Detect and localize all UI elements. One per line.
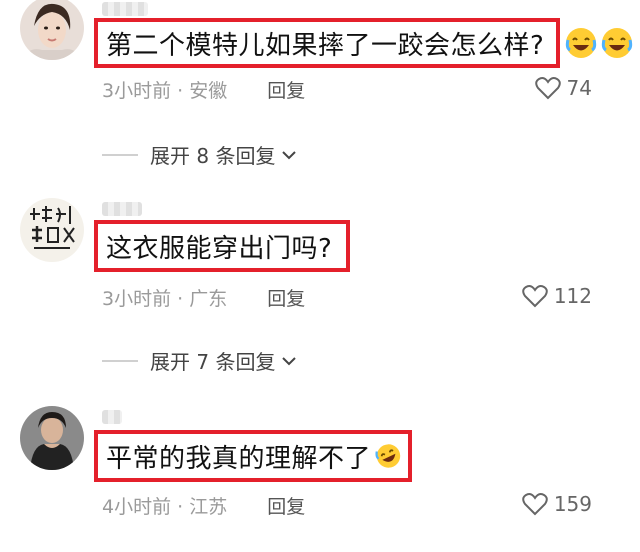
- like-count: 159: [553, 492, 592, 516]
- expand-replies-label: 展开 8 条回复: [150, 144, 276, 168]
- comment-text: 第二个模特儿如果摔了一跤会怎么样?: [106, 30, 545, 61]
- heart-icon: [522, 285, 548, 308]
- comment-text: 平常的我真的理解不了: [106, 443, 372, 474]
- comment-meta: 3小时前 · 广东 回复: [102, 284, 305, 311]
- woman-avatar-icon: [20, 406, 84, 470]
- time-location: 4小时前 · 江苏: [102, 496, 228, 518]
- like-button[interactable]: 74: [534, 76, 592, 100]
- laughing-crying-emoji-icon: [601, 28, 633, 58]
- comment-meta: 3小时前 · 安徽 回复: [102, 76, 305, 103]
- woman-avatar-icon: [20, 0, 84, 60]
- comment-text: 这衣服能穿出门吗?: [106, 233, 333, 264]
- user-avatar[interactable]: [20, 0, 84, 60]
- username-blurred[interactable]: [102, 410, 122, 424]
- username-blurred[interactable]: [102, 2, 148, 16]
- reply-button[interactable]: 回复: [267, 288, 305, 310]
- expand-replies-button[interactable]: 展开 8 条回复: [102, 140, 297, 169]
- expand-replies-button[interactable]: 展开 7 条回复: [102, 346, 297, 375]
- user-avatar[interactable]: [20, 406, 84, 470]
- comment-text-highlighted: 第二个模特儿如果摔了一跤会怎么样?: [94, 18, 560, 68]
- comment-list: 第二个模特儿如果摔了一跤会怎么样? 3小时前 · 安徽 回复 74 展开 8 条…: [0, 0, 640, 552]
- heart-icon: [534, 77, 561, 100]
- comment-item: 第二个模特儿如果摔了一跤会怎么样? 3小时前 · 安徽 回复 74: [0, 0, 640, 110]
- calligraphy-avatar-icon: [20, 198, 84, 262]
- like-count: 74: [566, 76, 592, 100]
- reply-button[interactable]: 回复: [267, 80, 305, 102]
- comment-item: 这衣服能穿出门吗? 3小时前 · 广东 回复 112: [0, 196, 640, 316]
- rofl-emoji-icon: [375, 444, 401, 468]
- heart-icon: [522, 493, 548, 516]
- username-blurred[interactable]: [102, 202, 142, 216]
- expand-replies-label: 展开 7 条回复: [150, 350, 276, 374]
- laughing-crying-emoji-icon: [565, 28, 597, 58]
- like-count: 112: [553, 284, 592, 308]
- time-location: 3小时前 · 安徽: [102, 80, 228, 102]
- comment-text-highlighted: 这衣服能穿出门吗?: [94, 220, 350, 272]
- user-avatar[interactable]: [20, 198, 84, 262]
- reply-button[interactable]: 回复: [267, 496, 305, 518]
- comment-meta: 4小时前 · 江苏 回复: [102, 492, 305, 519]
- time-location: 3小时前 · 广东: [102, 288, 228, 310]
- comment-text-highlighted: 平常的我真的理解不了: [94, 430, 412, 482]
- divider-line: [102, 359, 138, 362]
- chevron-down-icon: [282, 356, 297, 365]
- like-button[interactable]: 112: [522, 284, 592, 308]
- like-button[interactable]: 159: [522, 492, 592, 516]
- divider-line: [102, 153, 138, 156]
- comment-item: 平常的我真的理解不了 4小时前 · 江苏 回复 159: [0, 400, 640, 552]
- chevron-down-icon: [282, 150, 297, 159]
